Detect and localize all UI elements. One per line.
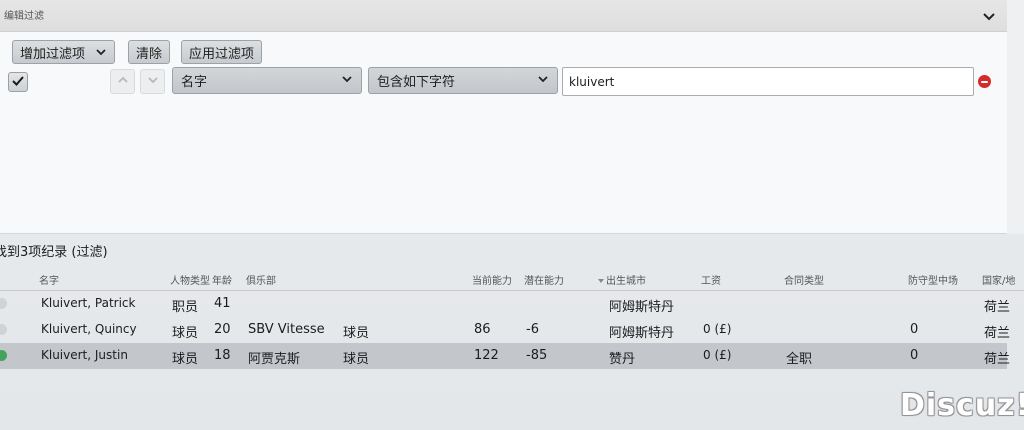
filter-panel-header: 编辑过滤 <box>0 0 1007 32</box>
cell-ca: 86 <box>474 322 491 337</box>
panel-scroll-gutter <box>1007 0 1024 234</box>
column-header-wage[interactable]: 工资 <box>701 272 721 287</box>
cell-wage: 0 (£) <box>703 322 732 336</box>
cell-age: 41 <box>214 296 231 311</box>
cell-name: Kluivert, Justin <box>41 348 128 362</box>
cell-nation: 荷兰 <box>984 300 1011 315</box>
cell-club: 阿贾克斯 <box>248 352 301 367</box>
watermark-logo: Discuz! <box>900 388 1024 423</box>
cell-age: 20 <box>214 322 231 337</box>
record-count: 找到3项纪录 (过滤) <box>0 245 108 260</box>
arrow-up-icon <box>117 74 129 89</box>
chevron-down-icon <box>537 73 549 89</box>
cell-birth-city: 赞丹 <box>609 352 636 367</box>
cell-role: 球员 <box>343 352 370 367</box>
cell-contract: 全职 <box>786 352 813 367</box>
column-header-name[interactable]: 名字 <box>39 272 59 287</box>
cell-age: 18 <box>214 348 231 363</box>
clear-label: 清除 <box>136 46 163 62</box>
cell-wage: 0 (£) <box>703 348 732 362</box>
operator-select[interactable]: 包含如下字符 <box>368 67 558 94</box>
column-header-dm[interactable]: 防守型中场 <box>908 272 958 287</box>
cell-dm: 0 <box>910 322 919 337</box>
field-select-value: 名字 <box>181 75 208 90</box>
table-row[interactable]: Kluivert, Patrick 职员 41 阿姆斯特丹 荷兰 <box>0 291 1011 317</box>
cell-name: Kluivert, Quincy <box>41 322 137 336</box>
cell-pa: -6 <box>526 322 539 337</box>
filter-value-input[interactable] <box>562 67 974 96</box>
table-row-selected[interactable]: Kluivert, Justin 球员 18 阿贾克斯 球员 122 -85 赞… <box>0 343 1011 369</box>
column-header-club[interactable]: 俱乐部 <box>246 272 276 287</box>
chevron-down-icon <box>95 46 107 58</box>
checkmark-icon <box>11 74 25 91</box>
cell-dm: 0 <box>910 348 919 363</box>
remove-icon[interactable] <box>978 75 991 88</box>
cell-nation: 荷兰 <box>984 326 1011 341</box>
arrow-down-icon <box>147 74 159 89</box>
chevron-down-icon <box>341 73 353 89</box>
cell-ca: 122 <box>474 348 499 363</box>
cell-type: 职员 <box>172 300 199 315</box>
column-header-ca[interactable]: 当前能力 <box>472 272 512 287</box>
move-down-button[interactable] <box>140 69 165 94</box>
cell-type: 球员 <box>172 326 199 341</box>
apply-filter-label: 应用过滤项 <box>189 46 255 62</box>
status-dot <box>0 324 7 335</box>
filter-panel-title: 编辑过滤 <box>4 11 44 22</box>
cell-club: SBV Vitesse <box>248 322 325 337</box>
sort-arrow-icon <box>598 279 604 283</box>
cell-birth-city: 阿姆斯特丹 <box>609 300 675 315</box>
chevron-down-icon[interactable] <box>981 9 997 25</box>
cell-birth-city: 阿姆斯特丹 <box>609 326 675 341</box>
field-select[interactable]: 名字 <box>172 67 362 94</box>
column-header-age[interactable]: 年龄 <box>212 272 232 287</box>
filter-rule-checkbox[interactable] <box>8 72 28 92</box>
status-dot <box>0 298 7 309</box>
column-header-nation[interactable]: 国家/地 <box>982 272 1015 287</box>
table-header: 名字 人物类型 年龄 俱乐部 当前能力 潜在能力 出生城市 工资 合同类型 防守… <box>0 266 1024 291</box>
status-dot <box>0 350 7 361</box>
clear-button[interactable]: 清除 <box>128 40 171 64</box>
cell-type: 球员 <box>172 352 199 367</box>
move-up-button[interactable] <box>110 69 135 94</box>
filter-panel: 编辑过滤 增加过滤项 清除 应用过滤项 名字 包含如下字符 kluivert <box>0 0 1007 234</box>
cell-role: 球员 <box>343 326 370 341</box>
column-header-contract[interactable]: 合同类型 <box>784 272 824 287</box>
table-row[interactable]: Kluivert, Quincy 球员 20 SBV Vitesse 球员 86… <box>0 317 1011 343</box>
column-header-type[interactable]: 人物类型 <box>170 272 210 287</box>
column-header-birth-city-label: 出生城市 <box>606 276 646 287</box>
add-filter-label: 增加过滤项 <box>20 46 86 62</box>
column-header-pa[interactable]: 潜在能力 <box>524 272 564 287</box>
cell-name: Kluivert, Patrick <box>41 296 136 310</box>
cell-pa: -85 <box>526 348 548 363</box>
cell-nation: 荷兰 <box>984 352 1011 367</box>
operator-select-value: 包含如下字符 <box>377 75 456 90</box>
column-header-birth-city[interactable]: 出生城市 <box>598 272 646 287</box>
apply-filter-button[interactable]: 应用过滤项 <box>181 40 263 64</box>
add-filter-button[interactable]: 增加过滤项 <box>12 40 116 64</box>
